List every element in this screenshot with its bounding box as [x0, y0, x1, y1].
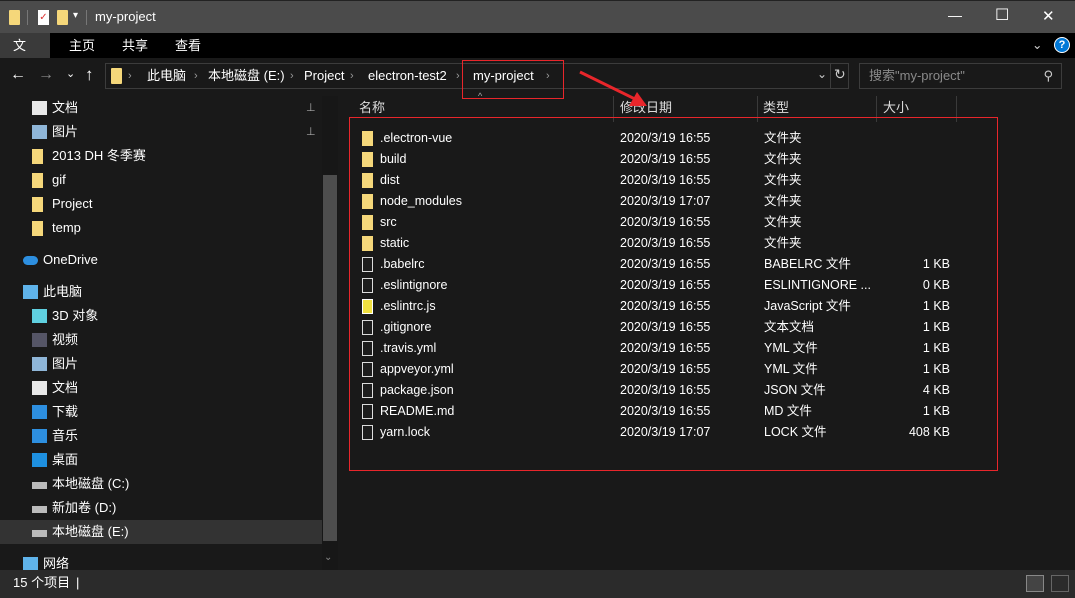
annotation-arrow-icon	[579, 70, 647, 106]
desktop-icon	[32, 453, 47, 467]
computer-icon	[23, 285, 38, 299]
folder-icon	[111, 68, 122, 84]
pin-icon[interactable]: ⊥	[306, 96, 316, 120]
details-view-button[interactable]	[1026, 575, 1044, 592]
sidebar-item-label: 3D 对象	[52, 308, 99, 323]
sidebar-item[interactable]: gif	[0, 168, 322, 192]
sidebar-item-label: 文档	[52, 380, 79, 395]
divider	[27, 10, 28, 25]
search-input[interactable]: 搜索"my-project" ⚲	[859, 63, 1062, 89]
sidebar-item[interactable]: 文档 ⊥	[0, 96, 322, 120]
ribbon: 文件 主页 共享 查看 ⌄ ?	[0, 33, 1075, 78]
sidebar-item-label: 桌面	[52, 452, 79, 467]
tab-file[interactable]: 文件	[0, 33, 50, 78]
maximize-button[interactable]: ☐	[995, 5, 1009, 25]
document-icon	[32, 101, 47, 115]
up-button[interactable]: ↑	[85, 65, 94, 85]
tab-home[interactable]: 主页	[56, 33, 108, 58]
folder-icon	[32, 149, 43, 164]
sidebar-scrollbar-thumb[interactable]	[323, 175, 337, 541]
sidebar-item-label: temp	[52, 220, 81, 235]
folder-icon	[32, 197, 43, 212]
large-icons-view-button[interactable]	[1051, 575, 1069, 592]
sidebar-item-label: 图片	[52, 124, 79, 139]
sidebar-item-label: 图片	[52, 356, 79, 371]
folder-icon	[9, 10, 20, 25]
sidebar-item-label: Project	[52, 196, 93, 211]
annotation-box-breadcrumb	[462, 60, 564, 99]
search-icon[interactable]: ⚲	[1043, 64, 1053, 88]
folder-icon	[32, 221, 43, 236]
window-title: my-project	[95, 9, 156, 24]
item-count: 15 个项目	[13, 575, 71, 590]
video-icon	[32, 333, 47, 347]
sidebar-item-label: OneDrive	[43, 252, 98, 267]
download-icon	[32, 405, 47, 419]
sidebar-item-label: 音乐	[52, 428, 79, 443]
sidebar-item-label: 本地磁盘 (C:)	[52, 476, 130, 491]
help-icon[interactable]: ?	[1054, 37, 1070, 53]
address-dropdown-button[interactable]: ⌄	[817, 67, 827, 81]
minimize-button[interactable]: —	[948, 7, 962, 23]
breadcrumb-project[interactable]: Project	[304, 64, 344, 88]
folder-icon	[32, 173, 43, 188]
sidebar-item-label: 2013 DH 冬季赛	[52, 148, 146, 163]
forward-button[interactable]: →	[38, 66, 54, 84]
navigation-pane: 文档 ⊥ 图片 ⊥ 2013 DH 冬季赛 gif Project temp OneDrive 此…	[0, 96, 322, 571]
cube-icon	[32, 309, 47, 323]
tab-view[interactable]: 查看	[162, 33, 214, 58]
sidebar-item[interactable]: 图片	[0, 352, 322, 376]
music-icon	[32, 429, 47, 443]
drive-icon	[32, 506, 47, 513]
pin-icon[interactable]: ⊥	[306, 120, 316, 144]
sidebar-item[interactable]: 本地磁盘 (C:)	[0, 472, 322, 496]
refresh-button[interactable]: ↻	[834, 66, 846, 83]
sidebar-item[interactable]: 图片 ⊥	[0, 120, 322, 144]
search-placeholder: 搜索"my-project"	[869, 68, 965, 83]
sidebar-item[interactable]: 本地磁盘 (E:)	[0, 520, 322, 544]
scroll-down-icon[interactable]: ⌄	[324, 552, 332, 563]
sidebar-item[interactable]: 2013 DH 冬季赛	[0, 144, 322, 168]
sidebar-item[interactable]: 新加卷 (D:)	[0, 496, 322, 520]
pictures-icon	[32, 357, 47, 371]
sidebar-item[interactable]: OneDrive	[0, 248, 322, 272]
drive-icon	[32, 482, 47, 489]
sidebar-item[interactable]: 音乐	[0, 424, 322, 448]
status-bar: 15 个项目 |	[0, 570, 1075, 598]
recent-locations-button[interactable]: ⌄	[66, 67, 75, 80]
sidebar-item[interactable]: 下载	[0, 400, 322, 424]
sidebar-item-label: 此电脑	[43, 284, 83, 299]
close-button[interactable]: ✕	[1042, 7, 1055, 25]
title-bar: ✓ ▾ my-project — ☐ ✕	[0, 0, 1075, 33]
drive-icon	[32, 530, 47, 537]
tab-share[interactable]: 共享	[109, 33, 161, 58]
pictures-icon	[32, 125, 47, 139]
sidebar-item[interactable]: temp	[0, 216, 322, 240]
annotation-box-file-list	[349, 117, 998, 471]
customize-toolbar-icon[interactable]: ▾	[73, 10, 78, 21]
new-folder-icon[interactable]	[57, 10, 68, 25]
breadcrumb-electron-test2[interactable]: electron-test2	[368, 64, 447, 88]
sidebar-item-label: 新加卷 (D:)	[52, 500, 117, 515]
sidebar-item[interactable]: 桌面	[0, 448, 322, 472]
sidebar-item-label: 本地磁盘 (E:)	[52, 524, 129, 539]
sidebar-item-label: 下载	[52, 404, 79, 419]
properties-icon[interactable]: ✓	[38, 10, 49, 25]
sidebar-item-label: 视频	[52, 332, 79, 347]
document-icon	[32, 381, 47, 395]
divider	[86, 10, 87, 25]
back-button[interactable]: ←	[10, 66, 26, 84]
network-icon	[23, 557, 38, 571]
cloud-icon	[23, 256, 38, 265]
breadcrumb-drive-e[interactable]: 本地磁盘 (E:)	[208, 64, 285, 88]
sidebar-item[interactable]: 3D 对象	[0, 304, 322, 328]
sidebar-item[interactable]: 此电脑	[0, 280, 322, 304]
expand-ribbon-icon[interactable]: ⌄	[1032, 37, 1042, 52]
sidebar-item[interactable]: 视频	[0, 328, 322, 352]
sidebar-item-label: 文档	[52, 100, 79, 115]
sidebar-item-label: gif	[52, 172, 66, 187]
breadcrumb-this-pc[interactable]: 此电脑	[147, 64, 186, 88]
sidebar-item[interactable]: 文档	[0, 376, 322, 400]
sidebar-item[interactable]: Project	[0, 192, 322, 216]
